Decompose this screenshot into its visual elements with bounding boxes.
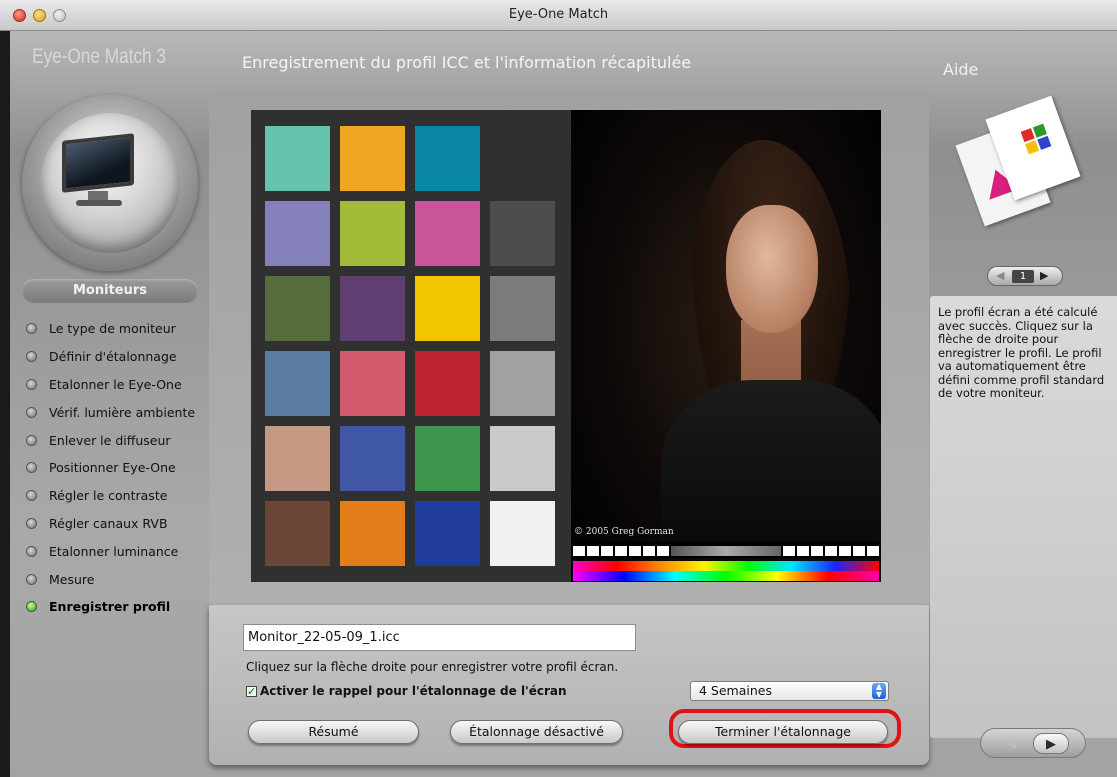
color-patch	[340, 426, 405, 491]
color-patch	[490, 126, 555, 191]
back-arrow-button[interactable]: ◀	[993, 733, 1029, 754]
sidebar-step-label: Régler canaux RVB	[49, 515, 168, 531]
spectrum-strip-top	[573, 561, 879, 571]
color-patch	[265, 126, 330, 191]
color-patch	[415, 276, 480, 341]
window-title: Eye-One Match	[508, 7, 609, 22]
monitor-orb	[22, 95, 198, 271]
color-patch	[340, 201, 405, 266]
reference-photo: © 2005 Greg Gorman	[571, 110, 881, 582]
help-page-number: 1	[1012, 270, 1034, 283]
app-brand: Eye-One Match 3	[32, 45, 166, 68]
summary-button[interactable]: Résumé	[248, 720, 419, 744]
sidebar-step[interactable]: Positionner Eye-One	[26, 454, 206, 482]
reminder-checkbox[interactable]: ✓	[246, 685, 257, 697]
monitor-base	[76, 200, 122, 206]
sidebar-step-label: Régler le contraste	[49, 488, 168, 504]
help-panel: Le profil écran a été calculé avec succè…	[930, 296, 1117, 738]
color-patch	[265, 276, 330, 341]
color-patch	[490, 201, 555, 266]
reminder-interval-select[interactable]: 4 Semaines ▲ ▼	[690, 681, 889, 701]
sidebar-step[interactable]: Régler canaux RVB	[26, 510, 206, 538]
color-patch	[415, 126, 480, 191]
sidebar-step-label: Positionner Eye-One	[49, 460, 176, 476]
step-bullet-icon	[26, 462, 37, 474]
color-patch	[490, 351, 555, 416]
reminder-interval-value: 4 Semaines	[699, 683, 772, 698]
reminder-label: Activer le rappel pour l'étalonnage de l…	[260, 684, 567, 698]
select-arrows-icon: ▲ ▼	[872, 683, 886, 699]
sidebar-step-label: Définir d'étalonnage	[49, 349, 177, 365]
color-patch	[415, 201, 480, 266]
color-patch	[490, 276, 555, 341]
help-illustration	[955, 95, 1081, 231]
help-prev-icon[interactable]: ◀	[996, 269, 1004, 282]
sidebar-step[interactable]: Enregistrer profil	[26, 593, 206, 621]
step-bullet-icon	[26, 517, 37, 529]
photo-copyright: © 2005 Greg Gorman	[574, 527, 674, 537]
color-patch	[415, 351, 480, 416]
sidebar-step-label: Le type de moniteur	[49, 321, 176, 337]
help-title: Aide	[943, 60, 979, 79]
help-pager: ◀ 1 ▶	[987, 266, 1063, 286]
color-patch	[340, 501, 405, 566]
section-label: Moniteurs	[22, 279, 198, 303]
calibration-disabled-button[interactable]: Étalonnage désactivé	[450, 720, 623, 744]
sidebar-step[interactable]: Etalonner le Eye-One	[26, 371, 206, 399]
sidebar-step[interactable]: Définir d'étalonnage	[26, 343, 206, 371]
finish-calibration-button[interactable]: Terminer l'étalonnage	[678, 720, 888, 744]
help-next-icon[interactable]: ▶	[1040, 269, 1048, 282]
step-bullet-icon	[26, 323, 37, 335]
color-patch	[265, 501, 330, 566]
reminder-row: ✓ Activer le rappel pour l'étalonnage de…	[246, 684, 567, 698]
color-patch	[340, 126, 405, 191]
sidebar-step-label: Vérif. lumière ambiente	[49, 404, 196, 420]
color-patch	[265, 426, 330, 491]
help-text: Le profil écran a été calculé avec succè…	[938, 305, 1105, 400]
next-arrow-button[interactable]: ▶	[1033, 733, 1069, 754]
color-patch	[340, 276, 405, 341]
step-bullet-icon	[26, 351, 37, 363]
profile-filename-input[interactable]: Monitor_22-05-09_1.icc	[243, 624, 636, 651]
spectrum-strip-bottom	[573, 571, 879, 581]
sidebar-step[interactable]: Régler le contraste	[26, 482, 206, 510]
sidebar-step[interactable]: Mesure	[26, 565, 206, 593]
color-patch	[265, 201, 330, 266]
step-list: Le type de moniteur Définir d'étalonnage E…	[26, 315, 206, 621]
step-bullet-icon	[26, 573, 37, 585]
step-bullet-icon	[26, 490, 37, 502]
color-patch	[265, 351, 330, 416]
color-patch	[490, 501, 555, 566]
color-patch	[340, 351, 405, 416]
photo-face	[726, 205, 818, 333]
sidebar-step[interactable]: Vérif. lumière ambiente	[26, 398, 206, 426]
color-patch	[415, 426, 480, 491]
active-step-bullet-icon	[26, 601, 37, 613]
sidebar-step-label: Mesure	[49, 571, 95, 587]
step-bullet-icon	[26, 434, 37, 446]
page-title: Enregistrement du profil ICC et l'inform…	[242, 53, 692, 72]
save-instruction: Cliquez sur la flèche droite pour enregi…	[246, 660, 619, 674]
wizard-navigation: ◀ ▶	[980, 728, 1086, 758]
color-patch	[415, 501, 480, 566]
monitor-icon	[62, 133, 134, 193]
color-chart	[251, 110, 571, 582]
color-patch	[490, 426, 555, 491]
app-window: Eye-One Match 3 Moniteurs Le type de mon…	[10, 31, 1117, 777]
sidebar-step-label: Etalonner luminance	[49, 543, 179, 559]
sidebar-step[interactable]: Enlever le diffuseur	[26, 426, 206, 454]
grayscale-ramp	[671, 546, 781, 556]
sidebar-step[interactable]: Le type de moniteur	[26, 315, 206, 343]
step-bullet-icon	[26, 378, 37, 390]
step-bullet-icon	[26, 545, 37, 557]
sidebar-step[interactable]: Etalonner luminance	[26, 537, 206, 565]
sidebar-step-label: Enlever le diffuseur	[49, 432, 171, 448]
sidebar-step-label: Enregistrer profil	[49, 599, 171, 615]
step-bullet-icon	[26, 406, 37, 418]
sidebar-step-label: Etalonner le Eye-One	[49, 376, 182, 392]
title-bar: Eye-One Match	[0, 0, 1117, 31]
